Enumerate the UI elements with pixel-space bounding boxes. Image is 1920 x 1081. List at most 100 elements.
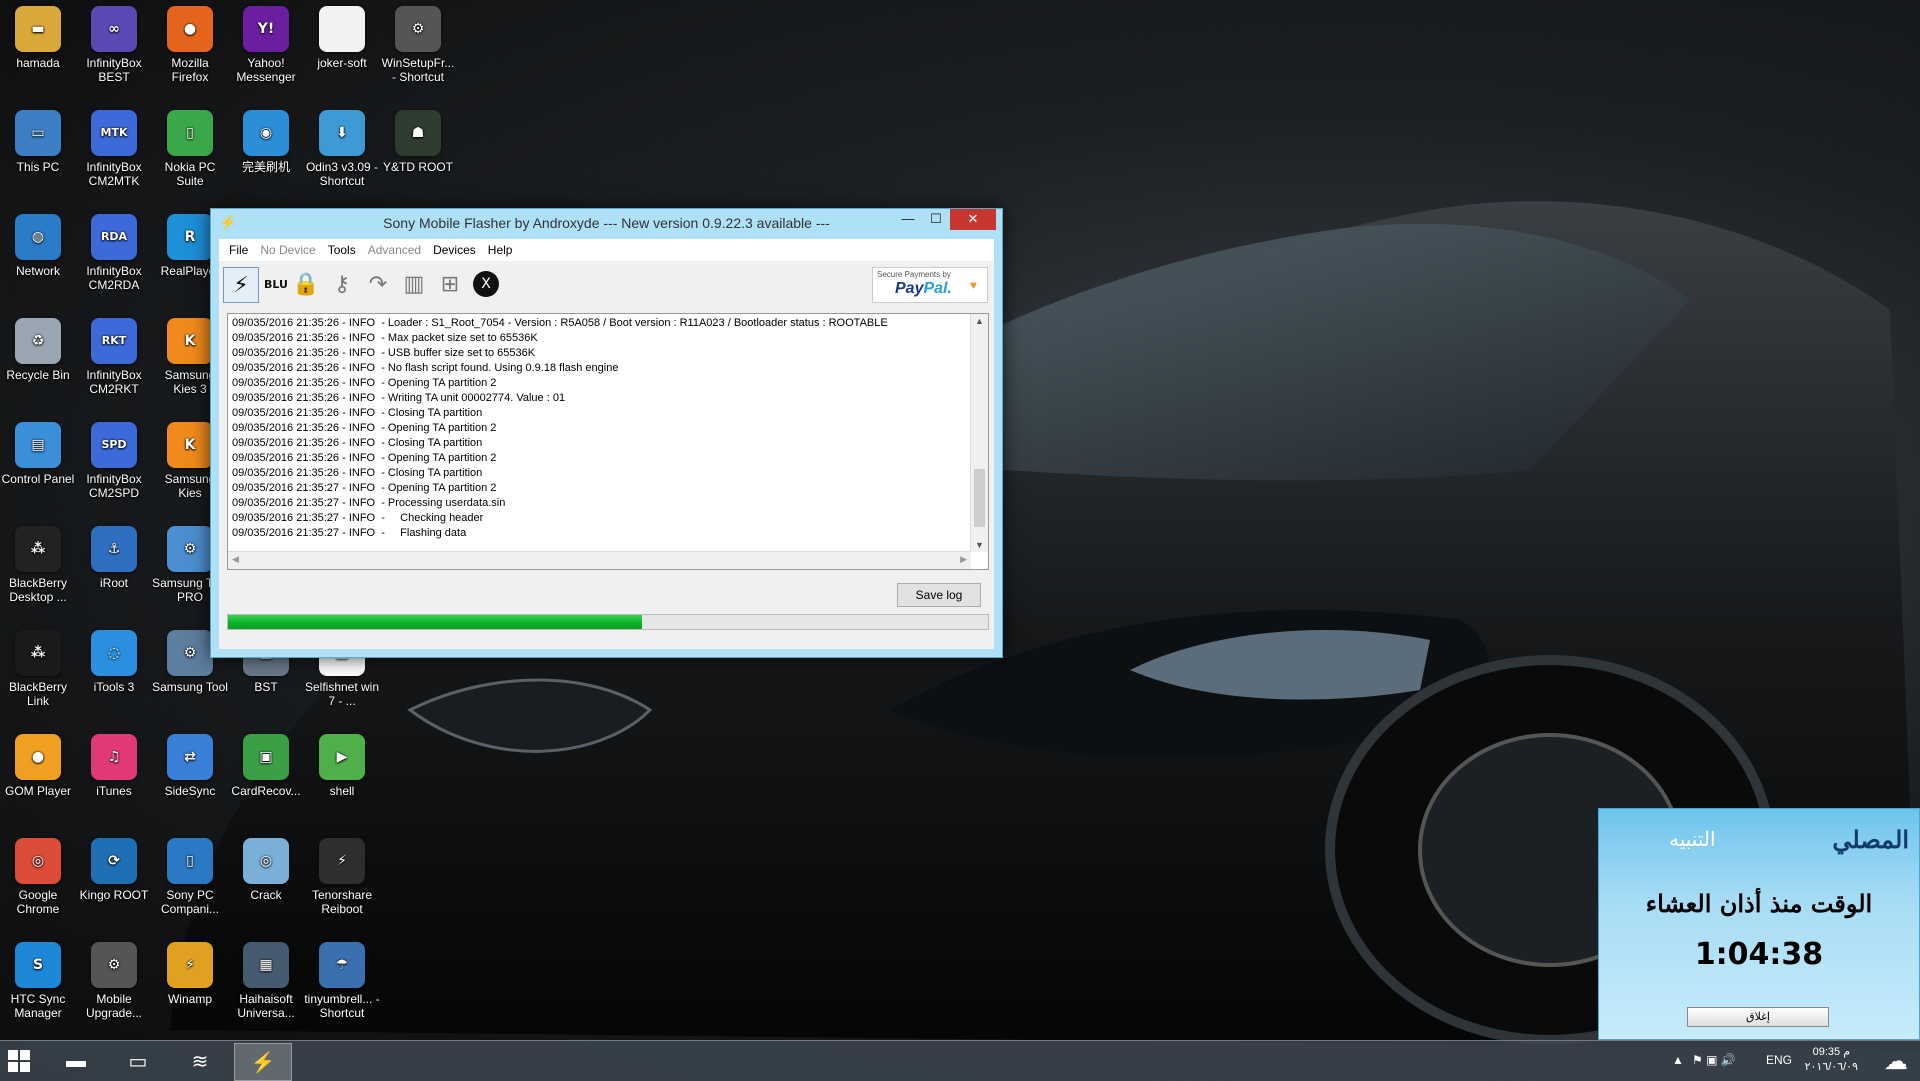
desktop-shortcut[interactable]: ▦ Haihaisoft Universa...	[228, 938, 304, 1020]
close-button[interactable]: ✕	[950, 209, 996, 230]
desktop-shortcut[interactable]: ∞ InfinityBox BEST	[76, 2, 152, 84]
desktop-shortcut-label: Winamp	[167, 992, 212, 1006]
desktop-shortcut[interactable]: ♻ Recycle Bin	[0, 314, 76, 382]
key-button[interactable]: ⚷	[325, 267, 359, 301]
desktop-shortcut[interactable]: ● GOM Player	[0, 730, 76, 798]
taskbar-computer-icon[interactable]: ▭	[110, 1043, 166, 1079]
desktop-shortcut[interactable]: ⚙ WinSetupFr... - Shortcut	[380, 2, 456, 84]
vertical-scrollbar[interactable]: ▲ ▼	[970, 314, 988, 552]
desktop-shortcut-label: InfinityBox CM2SPD	[86, 472, 142, 500]
menu-file[interactable]: File	[223, 243, 254, 257]
menu-devices[interactable]: Devices	[427, 243, 482, 257]
xperia-button[interactable]: X	[469, 267, 503, 301]
desktop-shortcut[interactable]: ⚡ Tenorshare Reiboot	[304, 834, 380, 916]
minimize-button[interactable]: —	[894, 209, 922, 230]
title-bar[interactable]: ⚡ Sony Mobile Flasher by Androxyde --- N…	[211, 209, 1002, 235]
add-button[interactable]: ⊞	[433, 267, 467, 301]
desktop-shortcut[interactable]: ⬇ Odin3 v3.09 - Shortcut	[304, 106, 380, 188]
desktop-shortcut-label: iTools 3	[93, 680, 135, 694]
desktop-shortcut[interactable]: ⇄ SideSync	[152, 730, 228, 798]
file-icon	[319, 6, 365, 52]
desktop-shortcut[interactable]: ● Mozilla Firefox	[152, 2, 228, 84]
close-notification-button[interactable]: إغلاق	[1687, 1007, 1829, 1027]
paypal-donate-button[interactable]: Secure Payments by PayPal. ♥	[872, 267, 988, 303]
log-lines: 09/035/2016 21:35:26 - INFO - Loader : S…	[232, 316, 968, 541]
desktop-shortcut[interactable]: ▣ CardRecov...	[228, 730, 304, 798]
desktop-shortcut-label: Selfishnet win 7 - ...	[304, 680, 380, 708]
desktop-shortcut[interactable]: MTK InfinityBox CM2MTK	[76, 106, 152, 188]
flash-button[interactable]: ⚡	[223, 267, 259, 303]
folder-icon: ▬	[15, 6, 61, 52]
desktop-shortcut[interactable]: ▶ shell	[304, 730, 380, 798]
desktop-shortcut[interactable]: Y! Yahoo! Messenger	[228, 2, 304, 84]
desktop-shortcut[interactable]: ◎ Google Chrome	[0, 834, 76, 916]
maximize-button[interactable]: ☐	[922, 209, 950, 230]
log-panel[interactable]: 09/035/2016 21:35:26 - INFO - Loader : S…	[227, 313, 989, 570]
flash-tool-icon: ◉	[243, 110, 289, 156]
log-line: 09/035/2016 21:35:27 - INFO - Flashing d…	[232, 527, 467, 539]
desktop-shortcut[interactable]: RKT InfinityBox CM2RKT	[76, 314, 152, 396]
horizontal-scrollbar[interactable]: ◀ ▶	[228, 551, 971, 569]
desktop-shortcut[interactable]: joker-soft	[304, 2, 380, 70]
desktop-shortcut[interactable]: ⚙ Mobile Upgrade...	[76, 938, 152, 1020]
key-icon: ⚷	[333, 271, 351, 297]
mobile-upgrade-icon: ⚙	[91, 942, 137, 988]
shell-icon: ▶	[319, 734, 365, 780]
language-indicator[interactable]: ENG	[1766, 1053, 1792, 1067]
desktop-shortcut[interactable]: ◌ iTools 3	[76, 626, 152, 694]
crack-icon: ◎	[243, 838, 289, 884]
desktop-shortcut-label: iTunes	[96, 784, 132, 798]
desktop-shortcut[interactable]: ◎ Crack	[228, 834, 304, 902]
flasher-window[interactable]: ⚡ Sony Mobile Flasher by Androxyde --- N…	[210, 208, 1003, 658]
desktop-shortcut[interactable]: ☂ tinyumbrell... - Shortcut	[304, 938, 380, 1020]
tray-expand-icon[interactable]: ▲	[1672, 1053, 1684, 1067]
scroll-right-icon[interactable]: ▶	[960, 554, 967, 565]
trash-button[interactable]: ▥	[397, 267, 431, 301]
desktop-shortcut[interactable]: ⁂ BlackBerry Desktop ...	[0, 522, 76, 604]
desktop-shortcut[interactable]: ▯ Sony PC Compani...	[152, 834, 228, 916]
menu-tools[interactable]: Tools	[322, 243, 362, 257]
yahoo-icon: Y!	[243, 6, 289, 52]
sidesync-icon: ⇄	[167, 734, 213, 780]
desktop-shortcut-label: hamada	[16, 56, 60, 70]
paypal-logo: PayPal.	[895, 280, 952, 297]
desktop-shortcut-label: BlackBerry Desktop ...	[8, 576, 67, 604]
desktop-shortcut[interactable]: ▬ hamada	[0, 2, 76, 70]
weather-icon[interactable]: ☁	[1884, 1047, 1908, 1076]
desktop-shortcut[interactable]: ⟳ Kingo ROOT	[76, 834, 152, 902]
scroll-up-icon[interactable]: ▲	[971, 316, 988, 326]
scroll-thumb[interactable]	[974, 469, 985, 527]
taskbar-app-icon[interactable]: ≋	[172, 1043, 228, 1079]
blu-button[interactable]: BLU	[259, 267, 293, 301]
desktop-shortcut[interactable]: ⚓ iRoot	[76, 522, 152, 590]
desktop-shortcut-label: Kingo ROOT	[79, 888, 149, 902]
scroll-down-icon[interactable]: ▼	[971, 540, 988, 550]
taskbar-clock[interactable]: 09:35 م ٢٠١٦/٠٦/٠٩	[1805, 1045, 1858, 1075]
desktop-shortcut[interactable]: ▯ Nokia PC Suite	[152, 106, 228, 188]
desktop-shortcut[interactable]: ♫ iTunes	[76, 730, 152, 798]
taskbar-flasher-icon[interactable]: ⚡	[234, 1043, 292, 1081]
lock-button[interactable]: 🔒	[289, 267, 323, 301]
paypal-secure-label: Secure Payments by	[877, 270, 951, 279]
desktop-shortcut[interactable]: RDA InfinityBox CM2RDA	[76, 210, 152, 292]
desktop-shortcut[interactable]: ▭ This PC	[0, 106, 76, 174]
desktop-shortcut-label: iRoot	[99, 576, 128, 590]
desktop-shortcut[interactable]: ☗ Y&TD ROOT	[380, 106, 456, 174]
desktop-shortcut[interactable]: ⚡ Winamp	[152, 938, 228, 1006]
scroll-left-icon[interactable]: ◀	[232, 554, 239, 565]
start-button[interactable]	[8, 1050, 30, 1072]
desktop-shortcut[interactable]: ◍ Network	[0, 210, 76, 278]
android-root-icon: ☗	[395, 110, 441, 156]
desktop-shortcut[interactable]: SPD InfinityBox CM2SPD	[76, 418, 152, 500]
desktop-shortcut[interactable]: ◉ 完美刷机	[228, 106, 304, 174]
taskbar-explorer-icon[interactable]: ▬	[48, 1043, 104, 1079]
realplayer-icon: R	[167, 214, 213, 260]
desktop-shortcut[interactable]: ▤ Control Panel	[0, 418, 76, 486]
save-log-button[interactable]: Save log	[897, 583, 981, 607]
tray-status-icons[interactable]: ⚑ ▣ 🔊	[1692, 1053, 1736, 1067]
redo-button[interactable]: ↷	[361, 267, 395, 301]
menu-help[interactable]: Help	[482, 243, 519, 257]
desktop-shortcut-label: SideSync	[164, 784, 216, 798]
desktop-shortcut[interactable]: ⁂ BlackBerry Link	[0, 626, 76, 708]
desktop-shortcut[interactable]: S HTC Sync Manager	[0, 938, 76, 1020]
